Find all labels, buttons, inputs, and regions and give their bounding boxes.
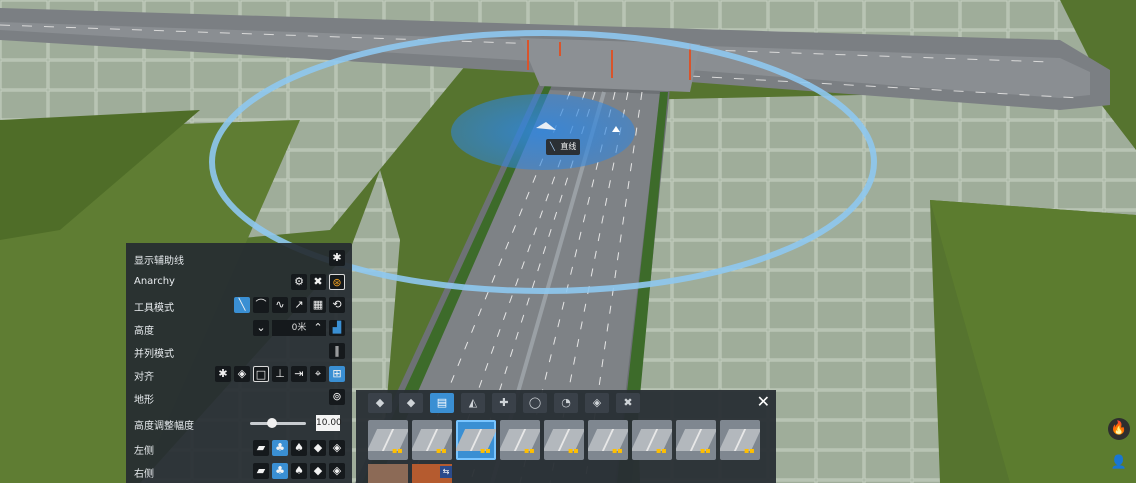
eraser-icon[interactable]: ◈ bbox=[234, 366, 250, 382]
tab-road-alt-icon[interactable]: ◆ bbox=[399, 393, 423, 413]
row-label: 高度 bbox=[134, 326, 154, 337]
grid-snap-icon[interactable]: ⊞ bbox=[329, 366, 345, 382]
tab-quay-icon[interactable]: ◭ bbox=[461, 393, 485, 413]
curve-mode-icon[interactable]: ⌒ bbox=[253, 297, 269, 313]
row-label: 高度调整幅度 bbox=[134, 421, 194, 432]
road-asset-tile[interactable]: ▪▪ bbox=[412, 420, 452, 460]
pavement-icon[interactable]: ▰ bbox=[253, 463, 269, 479]
row-terrain: 地形 ⊚ bbox=[126, 386, 352, 408]
crosshair-icon[interactable]: ⌖ bbox=[310, 366, 326, 382]
freeform-mode-icon[interactable]: ∿ bbox=[272, 297, 288, 313]
tooltip-label: 直线 bbox=[560, 142, 577, 151]
chevron-down-icon[interactable]: ⌄ bbox=[253, 320, 269, 336]
close-icon[interactable]: ✕ bbox=[757, 392, 770, 412]
road-asset-tile[interactable]: ▪▪ bbox=[500, 420, 540, 460]
wall-icon[interactable]: ◆ bbox=[310, 440, 326, 456]
row-show-guides: 显示辅助线 ✱ bbox=[126, 247, 352, 269]
gear-icon[interactable]: ⚙ bbox=[291, 274, 307, 290]
anarchy-icon[interactable]: ⊛ bbox=[329, 274, 345, 290]
road-asset-tile[interactable]: ▪▪ bbox=[368, 420, 408, 460]
row-label: 左侧 bbox=[134, 446, 154, 457]
row-label: 对齐 bbox=[134, 372, 154, 383]
citizen-icon[interactable]: 👤 bbox=[1108, 452, 1130, 474]
tab-area-icon[interactable]: ◈ bbox=[585, 393, 609, 413]
fire-icon[interactable]: 🔥 bbox=[1108, 418, 1130, 440]
road-asset-tile[interactable]: ▪▪ bbox=[588, 420, 628, 460]
tool-tooltip: ╲ 直线 bbox=[546, 139, 581, 155]
square-snap-icon[interactable]: □ bbox=[253, 366, 269, 382]
road-tool-options-panel: 显示辅助线 ✱ Anarchy ⚙ ✖ ⊛ 工具模式 ╲ ⌒ ∿ ↗ ▦ ⟲ 高… bbox=[126, 243, 352, 483]
road-asset-tile[interactable]: ▪▪ bbox=[676, 420, 716, 460]
snowflake-icon[interactable]: ✱ bbox=[215, 366, 231, 382]
trees-alt-icon[interactable]: ♠ bbox=[291, 463, 307, 479]
tab-roundabout-icon[interactable]: ◯ bbox=[523, 393, 547, 413]
barrier-icon[interactable]: ◈ bbox=[329, 440, 345, 456]
trees-icon[interactable]: ♣ bbox=[272, 463, 288, 479]
asset-tile[interactable] bbox=[368, 464, 408, 483]
road-asset-picker: ◆ ◆ ▤ ◭ ✚ ◯ ◔ ◈ ✖ ✕ ▪▪ ▪▪ ▪▪ ▪▪ ▪▪ ▪▪ ▪▪ ▪▪ ▪▪ ⇆ bbox=[356, 390, 776, 483]
grid-mode-icon[interactable]: ▦ bbox=[310, 297, 326, 313]
row-left-side: 左侧 ▰ ♣ ♠ ◆ ◈ bbox=[126, 437, 352, 459]
wall-icon[interactable]: ◆ bbox=[310, 463, 326, 479]
chevron-up-icon[interactable]: ⌃ bbox=[310, 320, 326, 336]
row-snapping: 对齐 ✱ ◈ □ ⊥ ⇥ ⌖ ⊞ bbox=[126, 363, 352, 385]
row-height-step: 高度调整幅度 10.00 bbox=[126, 412, 352, 434]
row-right-side: 右侧 ▰ ♣ ♠ ◆ ◈ bbox=[126, 460, 352, 482]
tab-road-straight-icon[interactable]: ▤ bbox=[430, 393, 454, 413]
row-label: 显示辅助线 bbox=[134, 256, 184, 267]
row-tool-mode: 工具模式 ╲ ⌒ ∿ ↗ ▦ ⟲ bbox=[126, 294, 352, 316]
arrow-right-icon[interactable]: ⇥ bbox=[291, 366, 307, 382]
straight-road-icon: ╲ bbox=[550, 142, 555, 151]
row-label: 地形 bbox=[134, 395, 154, 406]
row-anarchy: Anarchy ⚙ ✖ ⊛ bbox=[126, 271, 352, 293]
height-step-value[interactable]: 10.00 bbox=[316, 415, 342, 431]
tab-roads-icon[interactable]: ◆ bbox=[368, 393, 392, 413]
tab-pathway-icon[interactable]: ◔ bbox=[554, 393, 578, 413]
barrier-icon[interactable]: ◈ bbox=[329, 463, 345, 479]
road-asset-tile[interactable]: ▪▪ bbox=[632, 420, 672, 460]
trees-alt-icon[interactable]: ♠ bbox=[291, 440, 307, 456]
perpendicular-icon[interactable]: ⊥ bbox=[272, 366, 288, 382]
cursor-area bbox=[451, 94, 635, 170]
row-height: 高度 ⌄ 0米 ⌃ ▟ bbox=[126, 317, 352, 339]
continuous-mode-icon[interactable]: ↗ bbox=[291, 297, 307, 313]
road-asset-tile[interactable]: ▪▪ bbox=[544, 420, 584, 460]
snowflake-icon[interactable]: ✱ bbox=[329, 250, 345, 266]
tab-intersection-icon[interactable]: ✚ bbox=[492, 393, 516, 413]
row-parallel-mode: 并列模式 ‖ bbox=[126, 340, 352, 362]
slider-knob[interactable] bbox=[267, 418, 278, 428]
height-step-slider[interactable] bbox=[250, 422, 306, 425]
row-label: 并列模式 bbox=[134, 349, 174, 360]
asset-badge-icon: ⇆ bbox=[440, 466, 452, 478]
pavement-icon[interactable]: ▰ bbox=[253, 440, 269, 456]
terrain-icon[interactable]: ⊚ bbox=[329, 389, 345, 405]
replace-mode-icon[interactable]: ⟲ bbox=[329, 297, 345, 313]
tab-utilities-icon[interactable]: ✖ bbox=[616, 393, 640, 413]
road-asset-tile[interactable]: ▪▪ bbox=[456, 420, 496, 460]
parallel-icon[interactable]: ‖ bbox=[329, 343, 345, 359]
row-label: 工具模式 bbox=[134, 303, 174, 314]
trees-icon[interactable]: ♣ bbox=[272, 440, 288, 456]
straight-mode-icon[interactable]: ╲ bbox=[234, 297, 250, 313]
tools-icon[interactable]: ✖ bbox=[310, 274, 326, 290]
road-asset-tile[interactable]: ▪▪ bbox=[720, 420, 760, 460]
row-label: Anarchy bbox=[134, 276, 175, 287]
elevation-step-icon[interactable]: ▟ bbox=[329, 320, 345, 336]
row-label: 右侧 bbox=[134, 469, 154, 480]
